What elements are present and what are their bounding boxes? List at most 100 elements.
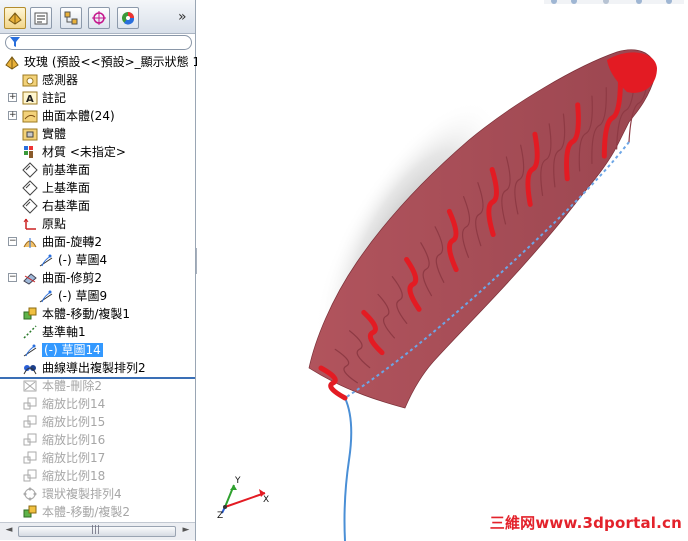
scroll-left-button[interactable]: ◄ [2,525,16,538]
revolve-surface-icon [23,238,37,248]
feature-tree-icon [8,12,22,25]
tree-item-label: 環狀複製排列4 [42,487,122,501]
scale-icon [23,433,37,446]
tree-item[interactable]: (-) 草圖9 [0,287,195,305]
view-triad [221,484,266,514]
tree-item-label: 註記 [42,91,67,105]
tree-item[interactable]: (-) 草圖4 [0,251,195,269]
tree-item[interactable]: 材質 <未指定> [0,143,195,161]
tree-item-label: (-) 草圖14 [42,343,103,357]
circular-pattern-icon [23,487,37,501]
plane-icon [22,162,38,178]
tree-item[interactable]: 本體-刪除2 [0,377,195,395]
tree-item-label: 縮放比例14 [42,397,106,411]
tree-item[interactable]: 上基準面 [0,179,195,197]
filter-icon [10,37,20,47]
sketch-curve-tail [343,397,353,541]
scale-icon [23,469,37,482]
feature-filter-input[interactable] [5,35,192,50]
annotation-icon: A [22,91,38,105]
sensor-folder-icon [22,74,38,87]
curve-pattern-icon [23,365,37,375]
tree-item[interactable]: 曲線導出複製排列2 [0,359,195,377]
property-icon [34,12,48,25]
tree-item[interactable]: 原點 [0,215,195,233]
tree-item[interactable]: 實體 [0,125,195,143]
sketch-icon [39,254,53,267]
tree-item-label: 曲線導出複製排列2 [42,361,146,375]
more-tabs-chevron[interactable]: » [178,9,187,25]
expand-toggle[interactable]: + [8,93,17,102]
tree-item-label: 前基準面 [42,163,91,177]
feature-manager-panel: » 玫瑰 (預設<<預設>_顯示狀態 1>) 感測器 + A 註記 + 曲面本體(24) 實體… [0,0,215,541]
tree-item[interactable]: 縮放比例16 [0,431,195,449]
appearance-icon [122,12,135,25]
scroll-thumb[interactable]: ||| [18,525,176,537]
tree-item[interactable]: 縮放比例17 [0,449,195,467]
tree-item[interactable]: (-) 草圖14 [0,341,195,359]
material-icon [24,146,33,158]
watermark-text: 三維网www.3dportal.cn [489,514,682,532]
axis-icon [23,325,37,339]
petal-rib [446,208,459,273]
tree-item[interactable]: 基準軸1 [0,323,195,341]
tree-item-label: (-) 草圖4 [58,253,108,267]
tree-item-label: 本體-移動/複製1 [42,307,131,321]
tree-item-label: 縮放比例15 [42,415,106,429]
surface-bodies-folder-icon [22,110,38,123]
feature-manager-tab[interactable] [4,7,26,29]
property-manager-tab[interactable] [30,7,52,29]
tree-item[interactable]: 感測器 [0,71,195,89]
tree-item-label: 縮放比例18 [42,469,106,483]
tree-item-label: 本體-移動/複製2 [42,505,131,519]
model-view[interactable]: X Y Z [197,0,688,541]
tree-item-label: 實體 [42,127,67,141]
tree-item[interactable]: 玫瑰 (預設<<預設>_顯示狀態 1>) [0,53,215,71]
tree-item[interactable]: 本體-移動/複製1 [0,305,195,323]
tree-item-label: (-) 草圖9 [58,289,108,303]
scale-icon [23,415,37,428]
scale-icon [23,397,37,410]
rollback-bar[interactable] [0,377,195,379]
tree-item[interactable]: + 曲面本體(24) [0,107,195,125]
tree-item-label: 材質 <未指定> [42,145,126,159]
graphics-area[interactable]: X Y Z 三維网www.3dportal.cn [197,0,688,541]
collapse-toggle[interactable]: − [8,237,17,246]
solid-bodies-folder-icon [22,128,38,141]
tree-item-label: 基準軸1 [42,325,86,339]
plane-icon [22,180,38,196]
tree-item[interactable]: + A 註記 [0,89,195,107]
tree-item[interactable]: 縮放比例14 [0,395,195,413]
horizontal-scrollbar[interactable]: ◄ ||| ► [0,522,195,540]
sketch-icon [23,344,37,357]
collapse-toggle[interactable]: − [8,273,17,282]
display-manager-tab[interactable] [117,7,139,29]
tree-item-label: 曲面-修剪2 [42,271,102,285]
tree-item[interactable]: − 曲面-修剪2 [0,269,195,287]
scroll-right-button[interactable]: ► [179,525,193,538]
tree-item-label: 縮放比例17 [42,451,106,465]
tree-item[interactable]: 本體-移動/複製2 [0,503,195,521]
tree-item[interactable]: − 曲面-旋轉2 [0,233,195,251]
tree-item[interactable]: 前基準面 [0,161,195,179]
scroll-grip: ||| [91,525,101,535]
tree-item[interactable]: 縮放比例15 [0,413,195,431]
dimxpert-tab[interactable] [88,7,110,29]
tree-item[interactable]: 縮放比例18 [0,467,195,485]
sketch-icon [39,290,53,303]
tree-item-label: 曲面本體(24) [42,109,115,123]
scale-icon [23,451,37,464]
manager-tab-bar: » [0,0,195,34]
tree-item-label: 曲面-旋轉2 [42,235,102,249]
move-copy-icon [23,505,37,518]
tree-item[interactable]: 環狀複製排列4 [0,485,195,503]
triad-y-label: Y [234,476,241,486]
tree-item[interactable]: 右基準面 [0,197,195,215]
svg-text:A: A [26,94,34,105]
move-copy-icon [23,307,37,320]
triad-z-label: Z [217,511,223,521]
configuration-manager-tab[interactable] [60,7,82,29]
expand-toggle[interactable]: + [8,111,17,120]
crosshair-icon [92,11,106,25]
tree-item-label: 本體-刪除2 [42,379,102,393]
